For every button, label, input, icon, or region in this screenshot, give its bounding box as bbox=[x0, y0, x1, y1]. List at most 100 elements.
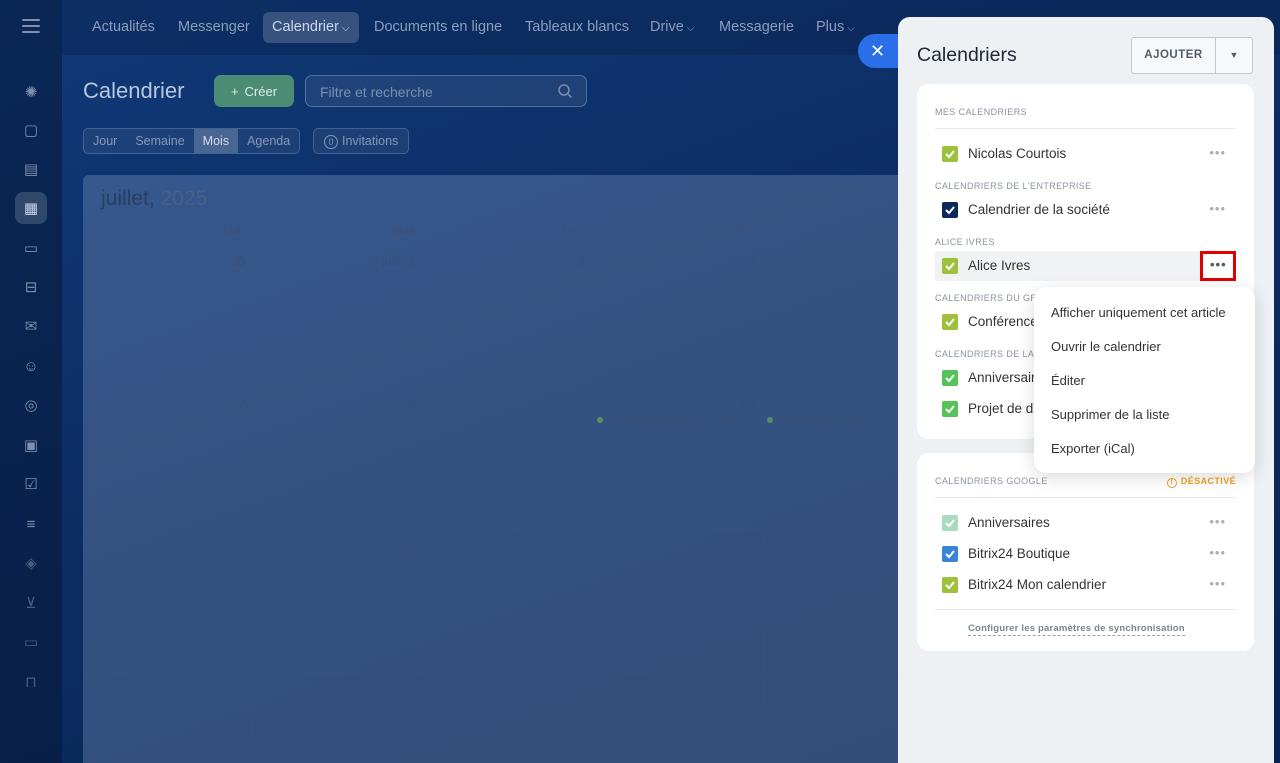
drive-icon[interactable]: ⊟ bbox=[15, 271, 47, 303]
day-cell[interactable]: 16 bbox=[435, 539, 585, 554]
board-icon[interactable]: ▣ bbox=[15, 429, 47, 461]
checkbox[interactable] bbox=[942, 314, 958, 330]
day-cell[interactable]: 9 bbox=[435, 396, 585, 411]
checkbox[interactable] bbox=[942, 370, 958, 386]
checkbox[interactable] bbox=[942, 515, 958, 531]
menu-item-edit[interactable]: Éditer bbox=[1051, 373, 1085, 388]
tab-messenger[interactable]: Messenger bbox=[169, 12, 259, 43]
calendar-row-google-anniversaires[interactable]: Anniversaires ••• bbox=[935, 508, 1236, 538]
more-icon[interactable]: ••• bbox=[1209, 514, 1226, 529]
day-cell[interactable]: juill. 1 bbox=[265, 254, 415, 269]
chevron-down-icon: ⌵ bbox=[847, 23, 855, 34]
calendar-row-google-boutique[interactable]: Bitrix24 Boutique ••• bbox=[935, 539, 1236, 569]
tab-calendrier[interactable]: Calendrier ⌵ bbox=[263, 12, 359, 43]
view-agenda[interactable]: Agenda bbox=[238, 129, 299, 153]
menu-item-show-only[interactable]: Afficher uniquement cet article bbox=[1051, 305, 1226, 320]
checkbox[interactable] bbox=[942, 401, 958, 417]
day-cell[interactable]: 22 bbox=[265, 682, 415, 697]
tab-plus[interactable]: Plus ⌵ bbox=[807, 12, 864, 43]
more-icon[interactable]: ••• bbox=[1209, 201, 1226, 216]
mail-icon[interactable]: ✉ bbox=[15, 310, 47, 342]
month-grid: juillet, 2025 Lun Mar Mer Jeu 30 juill. … bbox=[83, 175, 923, 763]
inbox-icon[interactable]: ⊓ bbox=[15, 666, 47, 698]
menu-icon[interactable] bbox=[22, 19, 40, 33]
file-icon[interactable]: ▭ bbox=[15, 232, 47, 264]
sync-settings-link[interactable]: Configurer les paramètres de synchronisa… bbox=[968, 623, 1185, 636]
day-cell[interactable]: 3 bbox=[605, 254, 755, 269]
menu-item-open[interactable]: Ouvrir le calendrier bbox=[1051, 339, 1161, 354]
section-label: ALICE IVRES bbox=[935, 237, 995, 247]
close-panel-button[interactable]: ✕ bbox=[858, 34, 902, 68]
more-options-button[interactable]: ••• bbox=[1200, 251, 1236, 281]
section-label: MES CALENDRIERS bbox=[935, 107, 1028, 117]
weekday-label: Mar bbox=[391, 222, 414, 237]
tab-documents[interactable]: Documents en ligne bbox=[365, 12, 511, 43]
invitations-button[interactable]: 0 Invitations bbox=[313, 128, 410, 154]
day-cell[interactable]: 14 bbox=[95, 539, 245, 554]
checkbox[interactable] bbox=[942, 258, 958, 274]
tab-messagerie[interactable]: Messagerie bbox=[710, 12, 803, 43]
tab-drive[interactable]: Drive ⌵ bbox=[641, 12, 703, 43]
month-title: juillet, 2025 bbox=[101, 187, 208, 210]
day-cell[interactable]: 23 bbox=[435, 682, 585, 697]
cube-icon[interactable]: ◈ bbox=[15, 547, 47, 579]
view-day[interactable]: Jour bbox=[84, 129, 126, 153]
page-title: Calendrier bbox=[83, 78, 185, 103]
search-input[interactable]: Filtre et recherche bbox=[305, 75, 587, 107]
calendar-row-alice[interactable]: Alice Ivres ••• bbox=[935, 251, 1236, 281]
invitations-count: 0 bbox=[324, 135, 338, 149]
day-cell[interactable]: 2 bbox=[435, 254, 585, 269]
view-month[interactable]: Mois bbox=[193, 129, 239, 153]
day-cell[interactable]: 24 bbox=[605, 682, 755, 697]
google-calendars-card: CALENDRIERS GOOGLE ! DÉSACTIVÉ Anniversai… bbox=[917, 453, 1254, 651]
more-icon[interactable]: ••• bbox=[1209, 576, 1226, 591]
group-icon[interactable]: ☺ bbox=[15, 350, 47, 382]
day-cell[interactable]: 8 bbox=[265, 396, 415, 411]
checkbox[interactable] bbox=[942, 202, 958, 218]
menu-item-remove[interactable]: Supprimer de la liste bbox=[1051, 407, 1170, 422]
day-cell[interactable]: 17 bbox=[605, 539, 755, 554]
checkbox[interactable] bbox=[942, 146, 958, 162]
task-icon[interactable]: ☑ bbox=[15, 468, 47, 500]
day-cell[interactable]: 10 bbox=[605, 396, 755, 411]
more-icon[interactable]: ••• bbox=[1209, 145, 1226, 160]
checkbox[interactable] bbox=[942, 577, 958, 593]
search-icon bbox=[558, 84, 573, 99]
section-label: CALENDRIERS DU GR bbox=[935, 293, 1038, 303]
day-cell[interactable]: 15 bbox=[265, 539, 415, 554]
close-icon: ✕ bbox=[870, 40, 886, 61]
day-cell[interactable]: 21 bbox=[95, 682, 245, 697]
left-rail: ✺ ▢ ▤ ▦ ▭ ⊟ ✉ ☺ ◎ ▣ ☑ ≡ ◈ ⊻ ▭ ⊓ bbox=[0, 0, 62, 763]
card-icon[interactable]: ▭ bbox=[15, 626, 47, 658]
calendar-row-societe[interactable]: Calendrier de la société ••• bbox=[935, 195, 1236, 225]
circle-icon[interactable]: ◎ bbox=[15, 389, 47, 421]
create-button[interactable]: + Créer bbox=[214, 75, 294, 107]
chat-icon[interactable]: ▢ bbox=[15, 114, 47, 146]
dropdown-arrow-icon[interactable]: ▼ bbox=[1216, 38, 1252, 73]
calendar-row-google-mon[interactable]: Bitrix24 Mon calendrier ••• bbox=[935, 570, 1236, 600]
day-cell[interactable]: 30 bbox=[95, 254, 245, 269]
more-icon[interactable]: ••• bbox=[1209, 545, 1226, 560]
day-cell[interactable]: 7 bbox=[95, 396, 245, 411]
add-button[interactable]: AJOUTER ▼ bbox=[1131, 37, 1253, 74]
view-switcher: Jour Semaine Mois Agenda bbox=[83, 128, 301, 154]
view-week[interactable]: Semaine bbox=[126, 129, 193, 153]
menu-item-export[interactable]: Exporter (iCal) bbox=[1051, 441, 1135, 456]
calendar-icon[interactable]: ▦ bbox=[15, 192, 47, 224]
more-icon: ••• bbox=[1210, 257, 1227, 272]
event-item[interactable]: Réunion avec les pa... 10:00 bbox=[597, 414, 740, 426]
cart-icon[interactable]: ⊻ bbox=[15, 587, 47, 619]
weekday-label: Jeu bbox=[734, 222, 755, 237]
chevron-down-icon: ⌵ bbox=[686, 23, 695, 34]
filter-icon[interactable]: ≡ bbox=[15, 508, 47, 540]
checkbox[interactable] bbox=[942, 546, 958, 562]
tab-tableaux[interactable]: Tableaux blancs bbox=[516, 12, 638, 43]
document-icon[interactable]: ▤ bbox=[15, 153, 47, 185]
calendar-row-nicolas[interactable]: Nicolas Courtois ••• bbox=[935, 139, 1236, 169]
section-label: CALENDRIERS GOOGLE bbox=[935, 476, 1048, 486]
plus-icon: + bbox=[230, 83, 239, 99]
feed-icon[interactable]: ✺ bbox=[15, 76, 47, 108]
event-item[interactable]: Réunion avec les pa... bbox=[767, 414, 881, 426]
warning-icon: ! bbox=[1166, 478, 1177, 488]
tab-actualites[interactable]: Actualités bbox=[83, 12, 164, 43]
